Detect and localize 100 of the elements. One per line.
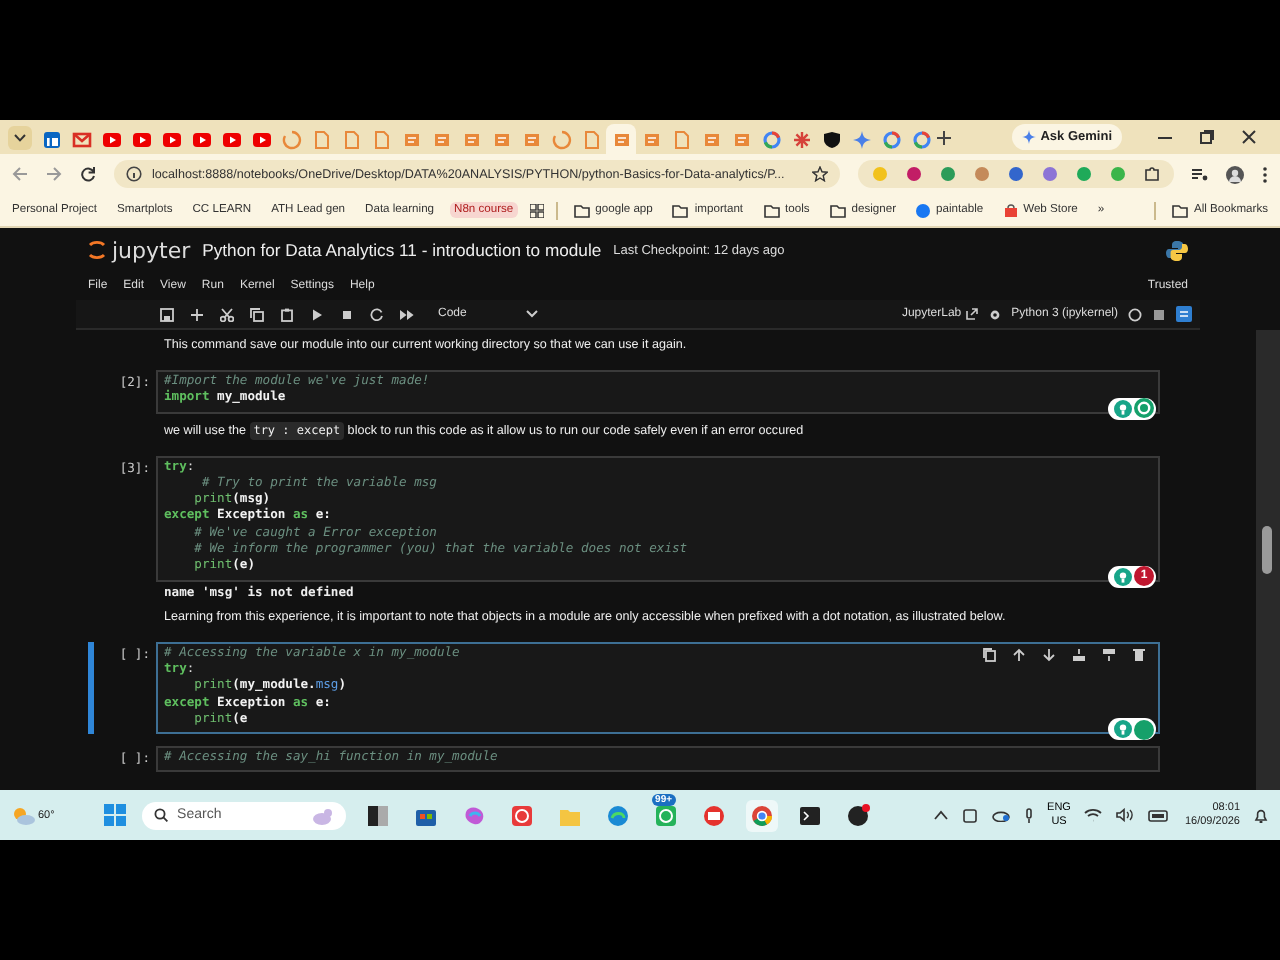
trash-icon[interactable] — [1132, 647, 1146, 662]
copy-icon[interactable] — [250, 307, 264, 321]
chevron-up-icon[interactable] — [933, 810, 948, 820]
forward-arrow-icon[interactable] — [46, 166, 62, 182]
ring-logo-icon — [1134, 398, 1154, 419]
menu-icon[interactable] — [1262, 165, 1268, 183]
folder-icon — [763, 203, 780, 217]
video-play-icon — [161, 129, 181, 149]
start-icon[interactable] — [103, 804, 126, 826]
clock-icon — [509, 803, 534, 827]
cloud-icon[interactable] — [991, 808, 1010, 822]
insert-above-icon[interactable] — [1072, 647, 1086, 662]
notebook-icon — [731, 129, 751, 149]
wifi-icon[interactable] — [1084, 808, 1103, 822]
caret-icon — [526, 310, 539, 318]
ring-icon — [761, 129, 781, 149]
wave-icon — [605, 803, 630, 827]
terminal-icon — [797, 803, 822, 827]
notebook-icon — [611, 129, 631, 149]
star-icon[interactable] — [812, 166, 828, 182]
extension-icon[interactable] — [906, 166, 922, 182]
chevron-icon — [14, 133, 26, 141]
notebook-icon — [461, 129, 481, 149]
insert-below-icon[interactable] — [1102, 647, 1116, 662]
microphone-icon[interactable] — [1023, 807, 1034, 823]
folder-icon — [829, 203, 846, 217]
run-icon[interactable] — [310, 307, 324, 321]
folder-icon — [672, 203, 689, 217]
ring-icon — [911, 129, 931, 149]
save-icon[interactable] — [160, 307, 174, 321]
swirl-icon — [461, 803, 486, 827]
arrow-up-icon[interactable] — [1012, 647, 1026, 662]
page-icon — [671, 129, 691, 149]
envelope-icon — [71, 129, 91, 149]
scrollbar[interactable] — [1256, 330, 1280, 790]
avatar-icon[interactable] — [1226, 165, 1244, 183]
ring-icon — [881, 129, 901, 149]
sync-icon[interactable] — [961, 807, 978, 823]
battery-icon[interactable] — [1148, 809, 1171, 821]
notebook-title[interactable]: Python for Data Analytics 11 - introduction to module — [202, 240, 602, 260]
browser-logo-icon — [749, 803, 774, 827]
arrow-down-icon[interactable] — [1042, 647, 1056, 662]
plus-icon[interactable] — [936, 129, 952, 145]
notebook-icon — [641, 129, 661, 149]
sparkle-icon — [851, 129, 871, 149]
scissors-icon[interactable] — [220, 307, 234, 321]
video-play-icon — [221, 129, 241, 149]
assistant-badge[interactable] — [1108, 397, 1156, 420]
notebook-icon — [401, 129, 421, 149]
info-icon — [126, 166, 142, 182]
stop-icon[interactable] — [340, 307, 354, 321]
paste-icon[interactable] — [280, 307, 294, 321]
panel-icon[interactable] — [1176, 306, 1192, 322]
notebook-icon — [431, 129, 451, 149]
speaker-icon[interactable] — [1116, 808, 1135, 822]
notebook-icon — [491, 129, 511, 149]
puzzle-icon[interactable] — [1144, 166, 1160, 182]
video-play-icon — [131, 129, 151, 149]
burst-icon — [791, 129, 811, 149]
extension-icon[interactable] — [1008, 166, 1024, 182]
store-icon — [1003, 203, 1018, 217]
bulb-icon — [1114, 720, 1132, 739]
video-play-icon — [191, 129, 211, 149]
fast-forward-icon[interactable] — [400, 307, 414, 321]
video-play-icon — [101, 129, 121, 149]
jupyter-logo[interactable]: jupyter — [88, 237, 191, 263]
extension-icon[interactable] — [940, 166, 956, 182]
folder-icon — [1171, 203, 1188, 217]
extension-icon[interactable] — [1042, 166, 1058, 182]
media-icon[interactable] — [1192, 166, 1208, 182]
notebook-icon — [701, 129, 721, 149]
assistant-badge[interactable] — [1108, 718, 1156, 741]
weather-icon — [12, 805, 36, 825]
sparkle-icon — [1022, 130, 1037, 144]
shield-icon — [821, 129, 841, 149]
reload-icon[interactable] — [80, 166, 96, 182]
circle-icon — [1134, 719, 1154, 740]
orbit-icon — [88, 238, 106, 262]
external-link-icon — [965, 308, 978, 320]
cat-doodle-icon — [309, 805, 334, 825]
square-icon[interactable] — [1152, 307, 1166, 321]
gear-icon[interactable] — [987, 307, 1002, 321]
bulb-icon — [1114, 567, 1132, 586]
apps-grid-icon[interactable] — [529, 203, 544, 217]
spinner-icon — [551, 129, 571, 149]
tab-list-button[interactable] — [8, 125, 32, 149]
duplicate-icon[interactable] — [982, 647, 996, 662]
snake-logo-icon — [1166, 239, 1188, 261]
close-icon[interactable] — [1242, 130, 1256, 144]
dark-circle-icon — [845, 803, 870, 827]
kernel-status-icon — [1128, 307, 1142, 321]
restart-icon[interactable] — [370, 307, 384, 321]
bell-icon[interactable] — [1254, 807, 1268, 823]
video-play-icon — [251, 129, 271, 149]
restore-icon[interactable] — [1200, 130, 1214, 144]
bulb-icon — [1114, 399, 1132, 418]
spinner-icon — [281, 129, 301, 149]
tile-icon — [41, 129, 61, 149]
back-arrow-icon[interactable] — [12, 166, 28, 182]
folder-icon — [573, 203, 590, 217]
